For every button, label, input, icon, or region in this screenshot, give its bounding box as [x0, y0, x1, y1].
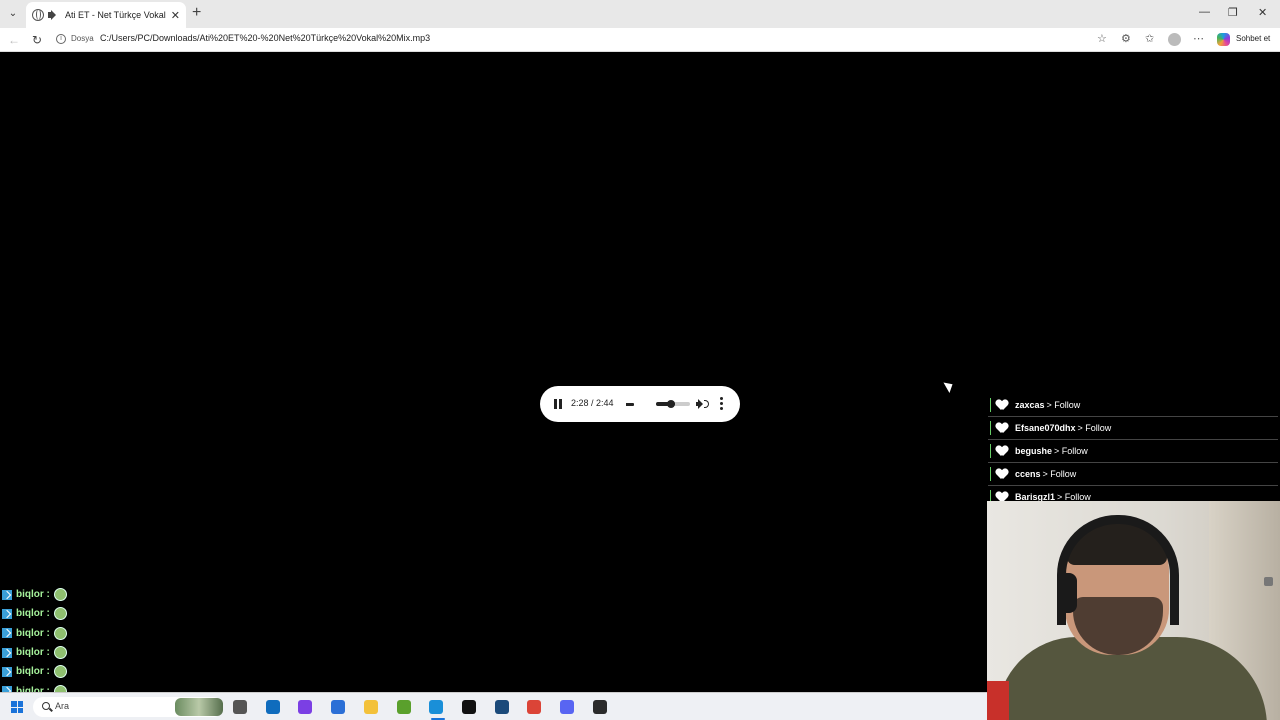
time-display: 2:28 / 2:44 — [571, 398, 614, 408]
file-explorer-icon[interactable] — [363, 700, 378, 714]
badge-icon — [2, 647, 12, 658]
tab-list-chevron-icon[interactable]: ⌄ — [5, 6, 21, 22]
reload-icon[interactable]: ↻ — [32, 32, 42, 48]
more-vertical-icon[interactable] — [720, 397, 724, 411]
follow-alert: zaxcas > Follow — [988, 398, 1278, 417]
badge-icon — [2, 628, 12, 639]
volume-thumb[interactable] — [667, 400, 675, 408]
chat-message: biqlor : — [2, 643, 122, 662]
window-close-icon[interactable]: ✕ — [1258, 6, 1267, 19]
title-bar: ⌄ Ati ET - Net Türkçe Vokal Mix.mp3 ✕ + … — [0, 0, 1280, 28]
copilot-icon[interactable] — [1217, 33, 1230, 46]
pause-icon[interactable] — [554, 399, 562, 409]
taskbar: Ara — [0, 692, 987, 720]
follow-alert: ccens > Follow — [988, 463, 1278, 486]
emote-icon — [53, 607, 67, 621]
follow-alerts-overlay: zaxcas > Follow Efsane070dhx > Follow begush… — [988, 398, 1278, 501]
chrome-icon[interactable] — [527, 700, 542, 714]
more-options-icon[interactable]: ⋯ — [1193, 32, 1204, 45]
heart-icon — [996, 400, 1008, 411]
info-icon[interactable]: i — [56, 34, 66, 44]
profile-avatar[interactable] — [1168, 33, 1181, 46]
badge-icon — [2, 589, 12, 600]
capcut-icon[interactable] — [461, 700, 476, 714]
chat-message: biqlor : — [2, 624, 122, 643]
restore-icon[interactable]: ❐ — [1228, 6, 1238, 19]
extensions-icon[interactable]: ⚙ — [1121, 32, 1131, 45]
search-icon — [42, 702, 50, 710]
tab-active[interactable]: Ati ET - Net Türkçe Vokal Mix.mp3 ✕ — [26, 2, 186, 28]
new-tab-button[interactable]: + — [192, 5, 201, 21]
volume-icon[interactable] — [696, 398, 709, 410]
edge-icon[interactable] — [429, 700, 444, 714]
chat-username: biqlor : — [16, 647, 50, 659]
scheme-label: Dosya — [71, 34, 94, 43]
webcam-overlay — [987, 501, 1280, 720]
follow-alert: begushe > Follow — [988, 440, 1278, 463]
chat-message: biqlor : — [2, 585, 122, 604]
speaker-icon[interactable] — [48, 9, 60, 21]
progress-fill — [626, 403, 634, 406]
nvidia-icon[interactable] — [396, 700, 411, 714]
follow-label: > Follow — [1077, 423, 1112, 433]
emote-icon — [53, 646, 67, 660]
chat-username: biqlor : — [16, 608, 50, 620]
audio-player: 2:28 / 2:44 — [540, 386, 740, 422]
back-icon[interactable]: ← — [8, 32, 20, 48]
progress-bar[interactable] — [626, 403, 634, 406]
follow-label: > Follow — [1042, 469, 1077, 479]
minimize-icon[interactable]: — — [1199, 6, 1210, 18]
heart-icon — [996, 446, 1008, 457]
badge-icon — [2, 666, 12, 677]
copilot-icon[interactable] — [298, 700, 313, 714]
favorites-icon[interactable]: ✩ — [1145, 32, 1154, 45]
windows-start-icon[interactable] — [11, 701, 23, 713]
follower-name: ccens — [1015, 469, 1041, 479]
close-tab-icon[interactable]: ✕ — [171, 9, 180, 22]
store-icon[interactable] — [331, 700, 346, 714]
follow-alert: Barisgzl1 > Follow — [988, 486, 1278, 501]
globe-icon — [32, 9, 44, 21]
task-view-icon[interactable] — [233, 700, 247, 714]
follow-label: > Follow — [1054, 446, 1088, 456]
chat-username: biqlor : — [16, 627, 50, 639]
chat-username: biqlor : — [16, 666, 50, 678]
emote-icon — [53, 588, 67, 602]
steam-icon[interactable] — [494, 700, 509, 714]
heart-icon — [996, 469, 1008, 480]
tab-title: Ati ET - Net Türkçe Vokal Mix.mp3 — [65, 10, 167, 20]
follower-name: begushe — [1015, 446, 1053, 456]
badge-icon — [2, 608, 12, 619]
follower-name: zaxcas — [1015, 400, 1045, 410]
follow-alert: Efsane070dhx > Follow — [988, 417, 1278, 440]
chat-overlay: biqlor : biqlor : biqlor : biqlor : biqlor :… — [2, 585, 122, 701]
follower-name: Barisgzl1 — [1015, 492, 1056, 501]
outlook-icon[interactable] — [265, 700, 280, 714]
taskbar-search-input[interactable]: Ara — [33, 697, 223, 717]
search-highlight-image — [175, 698, 223, 716]
favorite-star-icon[interactable]: ☆ — [1097, 32, 1107, 45]
search-placeholder: Ara — [55, 701, 70, 711]
heart-icon — [996, 492, 1008, 502]
chat-button[interactable]: Sohbet et — [1236, 34, 1270, 43]
chat-message: biqlor : — [2, 604, 122, 623]
mouse-cursor-icon — [943, 379, 956, 393]
heart-icon — [996, 423, 1008, 434]
address-input[interactable]: C:/Users/PC/Downloads/Ati%20ET%20-%20Net… — [100, 33, 430, 43]
chat-message: biqlor : — [2, 662, 122, 681]
obs-icon[interactable] — [592, 700, 607, 714]
chat-username: biqlor : — [16, 589, 50, 601]
address-bar-row: ← ↻ i Dosya C:/Users/PC/Downloads/Ati%20… — [0, 28, 1280, 52]
follow-label: > Follow — [1046, 400, 1081, 410]
emote-icon — [53, 626, 67, 640]
emote-icon — [53, 665, 67, 679]
follower-name: Efsane070dhx — [1015, 423, 1076, 433]
discord-icon[interactable] — [560, 700, 574, 714]
follow-label: > Follow — [1057, 492, 1091, 501]
